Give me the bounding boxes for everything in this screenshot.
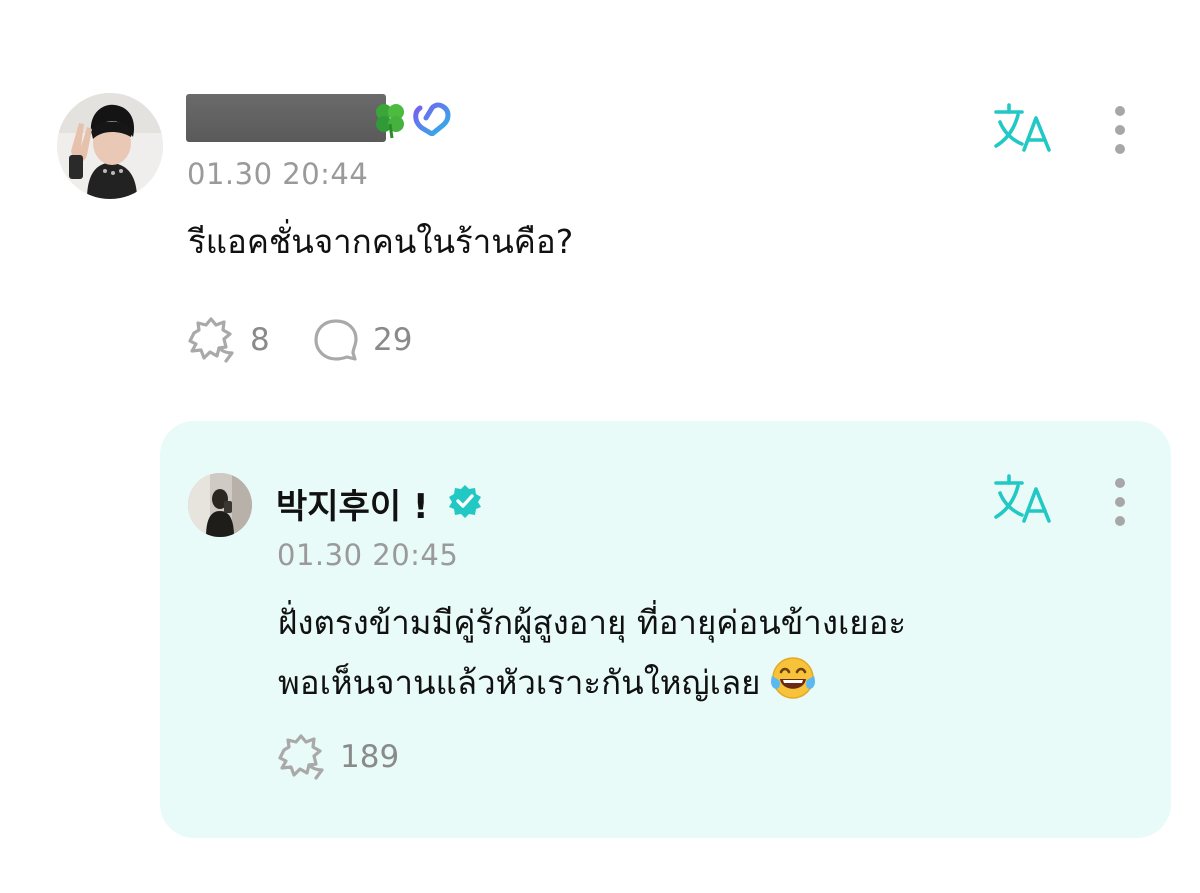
artist-reply-card: 박지후이 ! 01.30 20:45 ฝั่งตรงข้ามมีคู่รักผู…	[160, 421, 1171, 838]
reply-line-2: พอเห็นจานแล้วหัวเราะกันใหญ่เลย	[278, 653, 906, 713]
reply-body: ฝั่งตรงข้ามมีคู่รักผู้สูงอายุ ที่อายุค่อ…	[278, 593, 906, 713]
kebab-dot	[1115, 125, 1125, 135]
post-timestamp: 01.30 20:44	[187, 157, 369, 191]
comment-button[interactable]: 29	[313, 316, 412, 364]
membership-heart-icon	[413, 102, 451, 136]
tears-of-joy-emoji-icon	[770, 657, 815, 699]
react-button[interactable]: 189	[276, 733, 399, 781]
more-options-button[interactable]	[1110, 476, 1130, 530]
kebab-dot	[1115, 497, 1125, 507]
clover-icon	[376, 104, 404, 139]
reply-line-2-text: พอเห็นจานแล้วหัวเราะกันใหญ่เลย	[278, 663, 761, 702]
comment-count: 29	[373, 322, 413, 358]
post-body: รีแอคชั่นจากคนในร้านคือ?	[188, 222, 574, 261]
author-name-redacted	[186, 94, 386, 142]
translate-icon[interactable]	[992, 102, 1054, 154]
reply-author-name[interactable]: 박지후이 !	[276, 479, 428, 528]
reply-author-avatar[interactable]	[188, 473, 252, 537]
react-button[interactable]: 8	[186, 316, 270, 364]
reaction-icon	[188, 317, 234, 363]
kebab-dot	[1115, 106, 1125, 116]
reaction-count: 8	[250, 322, 270, 358]
kebab-dot	[1115, 478, 1125, 488]
comment-icon	[314, 319, 358, 361]
more-options-button[interactable]	[1110, 104, 1130, 158]
kebab-dot	[1115, 516, 1125, 526]
kebab-dot	[1115, 144, 1125, 154]
post-author-avatar[interactable]	[57, 93, 163, 199]
verified-badge-icon	[449, 485, 481, 518]
reaction-icon	[278, 734, 324, 780]
reaction-count: 189	[340, 739, 400, 775]
reply-line-1: ฝั่งตรงข้ามมีคู่รักผู้สูงอายุ ที่อายุค่อ…	[278, 603, 907, 642]
translate-icon[interactable]	[992, 473, 1054, 525]
post: 01.30 20:44 รีแอคชั่นจากคนในร้านคือ? 8 2…	[0, 0, 1200, 410]
reply-timestamp: 01.30 20:45	[277, 538, 459, 572]
